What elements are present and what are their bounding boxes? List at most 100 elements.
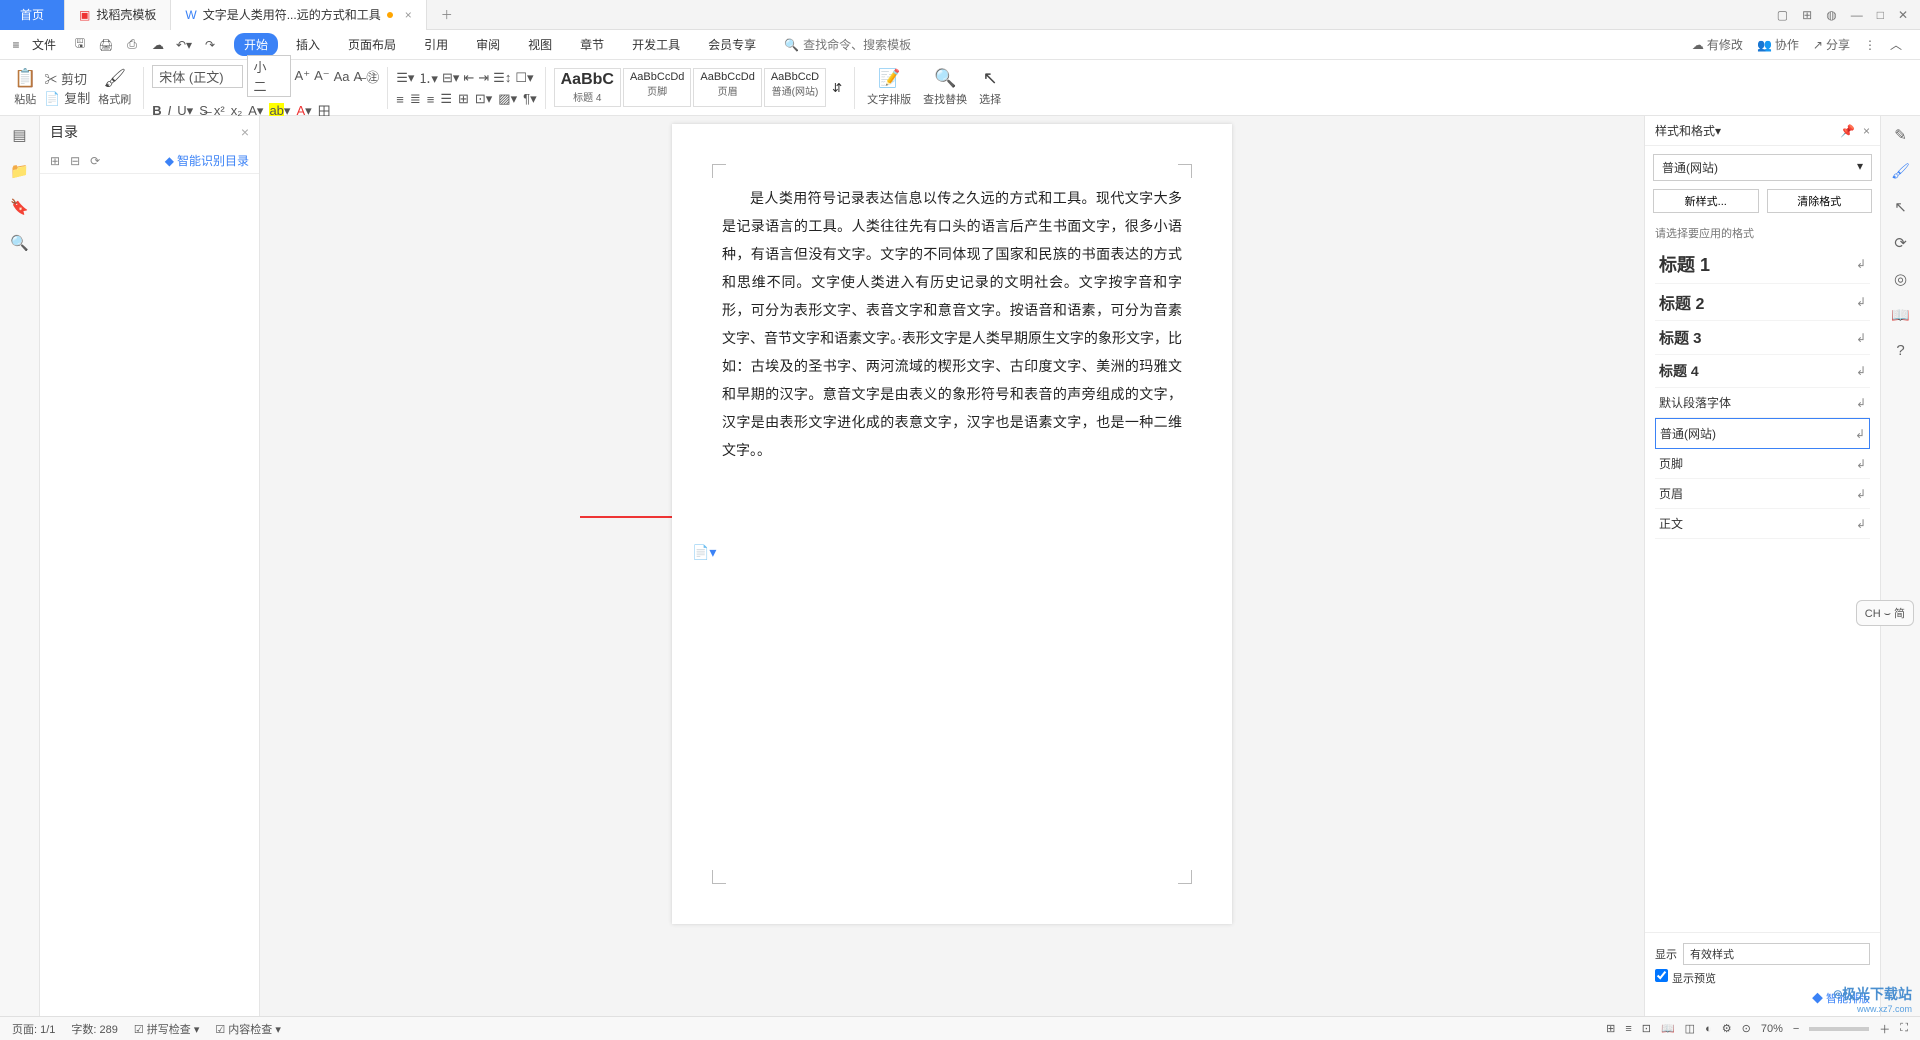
assistant-icon[interactable]: ✎ xyxy=(1894,126,1907,144)
redo-icon[interactable]: ↷ xyxy=(202,37,218,53)
style-item[interactable]: 标题 3↲ xyxy=(1655,321,1870,355)
increase-font-icon[interactable]: A⁺ xyxy=(295,68,311,84)
menu-insert[interactable]: 插入 xyxy=(286,33,330,56)
paste-button[interactable]: 📋粘贴 xyxy=(10,60,40,115)
line-spacing-button[interactable]: ☰↕ xyxy=(493,70,511,86)
menu-review[interactable]: 审阅 xyxy=(466,33,510,56)
style-item[interactable]: 普通(网站)↲ xyxy=(1655,418,1870,449)
distribute-button[interactable]: ⊞ xyxy=(458,91,469,107)
bookmark-icon[interactable]: 🔖 xyxy=(10,198,29,216)
tab-home[interactable]: 首页 xyxy=(0,0,65,30)
settings-icon[interactable]: ⚙ xyxy=(1722,1022,1732,1035)
ime-indicator[interactable]: CH ⌣ 简 xyxy=(1856,600,1914,626)
view-normal-icon[interactable]: ⊞ xyxy=(1606,1022,1615,1035)
style-item[interactable]: 正文↲ xyxy=(1655,509,1870,539)
layout-icon[interactable]: ▢ xyxy=(1777,8,1788,22)
select-button[interactable]: ↖选择 xyxy=(975,60,1005,115)
target-icon[interactable]: ◎ xyxy=(1894,270,1907,288)
align-right-button[interactable]: ≡ xyxy=(427,92,435,107)
share-button[interactable]: ↗ 分享 xyxy=(1813,36,1850,53)
find-replace-button[interactable]: 🔍查找替换 xyxy=(919,60,971,115)
font-size-select[interactable]: 小二 xyxy=(247,55,291,97)
menu-dev[interactable]: 开发工具 xyxy=(622,33,690,56)
help-icon[interactable]: ? xyxy=(1896,342,1904,359)
menu-view[interactable]: 视图 xyxy=(518,33,562,56)
color-mode-icon[interactable]: ◐ xyxy=(1705,1023,1712,1035)
number-list-button[interactable]: ⒈▾ xyxy=(418,68,438,87)
pin-icon[interactable]: 📌 xyxy=(1840,124,1855,138)
tab-document[interactable]: W文字是人类用符...远的方式和工具× xyxy=(171,0,426,30)
expand-all-icon[interactable]: ⊞ xyxy=(50,154,60,168)
border-button[interactable]: ⊡▾ xyxy=(475,91,492,107)
outline-icon[interactable]: ▤ xyxy=(12,126,26,144)
page-count[interactable]: 页面: 1/1 xyxy=(12,1021,55,1037)
save-icon[interactable]: 🖫 xyxy=(72,37,88,53)
style-item[interactable]: 页眉↲ xyxy=(1655,479,1870,509)
text-layout-button[interactable]: 📝文字排版 xyxy=(863,60,915,115)
zoom-fit-icon[interactable]: ⊙ xyxy=(1742,1022,1751,1035)
toc-close-icon[interactable]: × xyxy=(241,124,249,140)
undo-icon[interactable]: ↶▾ xyxy=(176,37,192,53)
style-item[interactable]: 标题 2↲ xyxy=(1655,284,1870,321)
tab-template[interactable]: ▣找稻壳模板 xyxy=(65,0,171,30)
show-filter-select[interactable]: 有效样式 xyxy=(1683,943,1870,965)
increase-indent-button[interactable]: ⇥ xyxy=(478,70,489,86)
minimize-icon[interactable]: — xyxy=(1851,8,1863,22)
bullet-list-button[interactable]: ☰▾ xyxy=(396,70,414,86)
spellcheck-toggle[interactable]: ☑ 拼写检查 ▾ xyxy=(134,1021,200,1037)
view-read-icon[interactable]: 📖 xyxy=(1661,1022,1675,1035)
format-brush-button[interactable]: 🖌格式刷 xyxy=(94,60,135,115)
print-icon[interactable]: 🖨 xyxy=(98,37,114,53)
folder-icon[interactable]: 📁 xyxy=(10,162,29,180)
close-window-icon[interactable]: ✕ xyxy=(1898,8,1908,22)
cloud-icon[interactable]: ☁ xyxy=(150,37,166,53)
content-check-toggle[interactable]: ☑ 内容检查 ▾ xyxy=(215,1021,281,1037)
view-outline-icon[interactable]: ⊡ xyxy=(1642,1022,1651,1035)
shading-button[interactable]: ▨▾ xyxy=(498,91,517,107)
show-preview-checkbox[interactable]: 显示预览 xyxy=(1655,969,1716,986)
tab-style-button[interactable]: ☐▾ xyxy=(515,70,533,86)
new-style-button[interactable]: 新样式... xyxy=(1653,189,1759,213)
align-center-button[interactable]: ≣ xyxy=(410,91,421,107)
zoom-slider[interactable]: 70% xyxy=(1761,1023,1783,1035)
decrease-indent-button[interactable]: ⇤ xyxy=(463,70,474,86)
copy-button[interactable]: 📄 复制 xyxy=(44,88,90,107)
preview-icon[interactable]: ⎙ xyxy=(124,37,140,53)
refresh-icon[interactable]: ⟳ xyxy=(1894,234,1907,252)
search-side-icon[interactable]: 🔍 xyxy=(10,234,29,252)
page-marker-icon[interactable]: 📄▾ xyxy=(692,544,716,561)
justify-button[interactable]: ☰ xyxy=(440,91,452,107)
new-tab-button[interactable]: ＋ xyxy=(427,6,467,23)
view-web-icon[interactable]: ≡ xyxy=(1625,1023,1631,1035)
style-more-icon[interactable]: ⇵ xyxy=(828,81,846,95)
cursor-icon[interactable]: ↖ xyxy=(1894,198,1907,216)
maximize-icon[interactable]: □ xyxy=(1877,8,1884,22)
clear-format-icon[interactable]: A̶ xyxy=(354,69,363,84)
toc-refresh-icon[interactable]: ⟳ xyxy=(90,154,100,168)
para-mark-button[interactable]: ¶▾ xyxy=(523,91,537,107)
menu-pagelayout[interactable]: 页面布局 xyxy=(338,33,406,56)
style-dropdown-icon[interactable]: ▾ xyxy=(1715,124,1721,138)
fullscreen-icon[interactable]: ⛶ xyxy=(1900,1022,1908,1035)
style-gallery[interactable]: AaBbC标题 4 AaBbCcDd页脚 AaBbCcDd页眉 AaBbCcD普… xyxy=(554,68,847,107)
font-family-select[interactable]: 宋体 (正文) xyxy=(152,65,242,88)
style-close-icon[interactable]: × xyxy=(1863,124,1870,138)
style-item[interactable]: 标题 1↲ xyxy=(1655,245,1870,284)
word-count[interactable]: 字数: 289 xyxy=(71,1021,117,1037)
book-icon[interactable]: 📖 xyxy=(1891,306,1910,324)
hamburger-icon[interactable]: ≡ xyxy=(8,37,24,53)
menu-chapter[interactable]: 章节 xyxy=(570,33,614,56)
document-body[interactable]: 是人类用符号记录表达信息以传之久远的方式和工具。现代文字大多是记录语言的工具。人… xyxy=(722,184,1182,464)
decrease-font-icon[interactable]: A⁻ xyxy=(314,68,330,84)
grid-icon[interactable]: ⊞ xyxy=(1802,8,1812,22)
collapse-all-icon[interactable]: ⊟ xyxy=(70,154,80,168)
command-search-input[interactable] xyxy=(803,38,923,52)
menu-start[interactable]: 开始 xyxy=(234,33,278,56)
style-item[interactable]: 页脚↲ xyxy=(1655,449,1870,479)
menu-reference[interactable]: 引用 xyxy=(414,33,458,56)
close-tab-icon[interactable]: × xyxy=(405,8,412,22)
zoom-out-icon[interactable]: − xyxy=(1793,1023,1799,1035)
align-left-button[interactable]: ≡ xyxy=(396,92,404,107)
changes-indicator[interactable]: ☁ 有修改 xyxy=(1692,36,1743,53)
zoom-in-icon[interactable]: ＋ xyxy=(1879,1021,1890,1037)
